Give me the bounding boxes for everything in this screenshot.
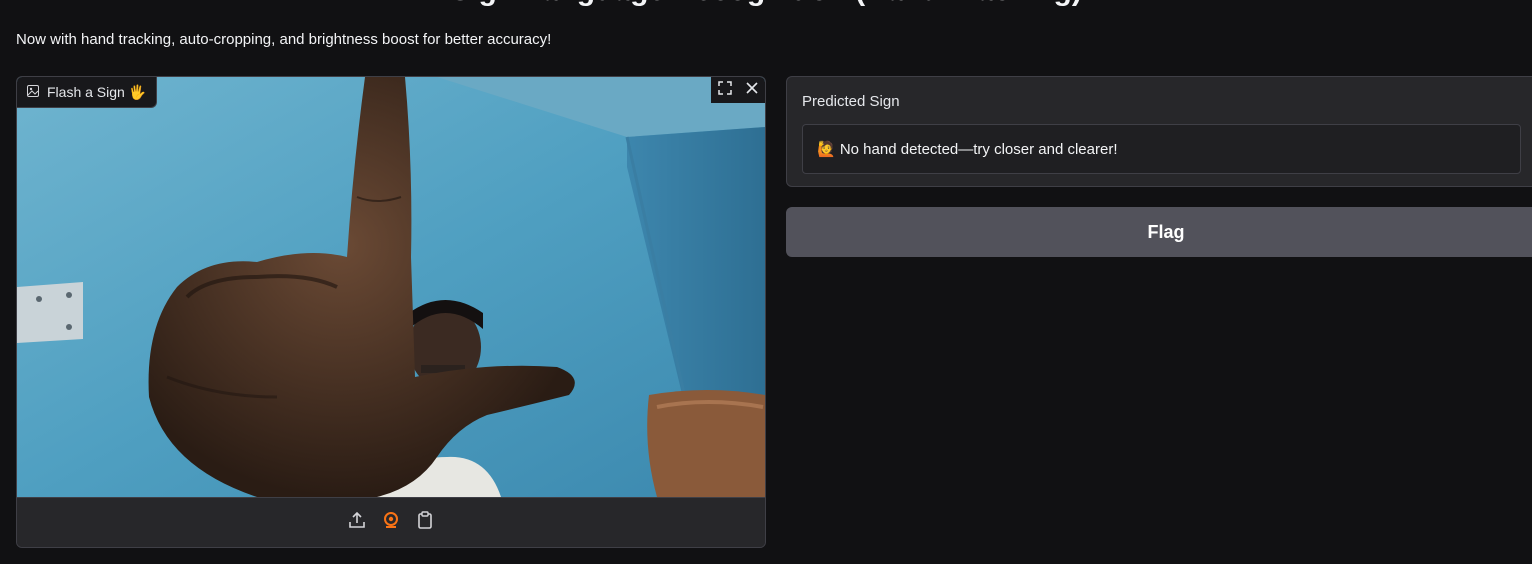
image-input-label-text: Flash a Sign 🖐 xyxy=(47,83,147,100)
clipboard-icon xyxy=(416,511,434,534)
webcam-photo xyxy=(17,77,765,497)
upload-icon xyxy=(348,511,366,534)
image-input-panel[interactable]: Flash a Sign 🖐 xyxy=(16,76,766,548)
clear-image-button[interactable] xyxy=(738,77,765,103)
page-title: Sign Language Recognition (Hand Tracking… xyxy=(0,0,1532,8)
image-icon xyxy=(27,84,39,100)
image-corner-buttons xyxy=(711,77,765,103)
prediction-textbox[interactable]: 🙋 No hand detected—try closer and cleare… xyxy=(802,124,1521,174)
flag-button[interactable]: Flag xyxy=(786,207,1532,257)
webcam-button[interactable] xyxy=(381,511,401,534)
close-icon xyxy=(745,81,759,100)
prediction-text: 🙋 No hand detected—try closer and cleare… xyxy=(817,141,1118,158)
image-input-label: Flash a Sign 🖐 xyxy=(17,77,158,108)
clipboard-button[interactable] xyxy=(415,511,435,534)
fullscreen-icon xyxy=(717,80,732,100)
page-subtitle: Now with hand tracking, auto-cropping, a… xyxy=(16,31,552,48)
upload-button[interactable] xyxy=(347,511,367,534)
webcam-icon xyxy=(382,511,400,534)
webcam-image xyxy=(17,77,765,497)
image-source-toolbar xyxy=(17,497,765,547)
output-label: Predicted Sign xyxy=(802,93,900,110)
fullscreen-button[interactable] xyxy=(711,77,738,103)
prediction-output-panel: Predicted Sign 🙋 No hand detected—try cl… xyxy=(786,76,1532,187)
